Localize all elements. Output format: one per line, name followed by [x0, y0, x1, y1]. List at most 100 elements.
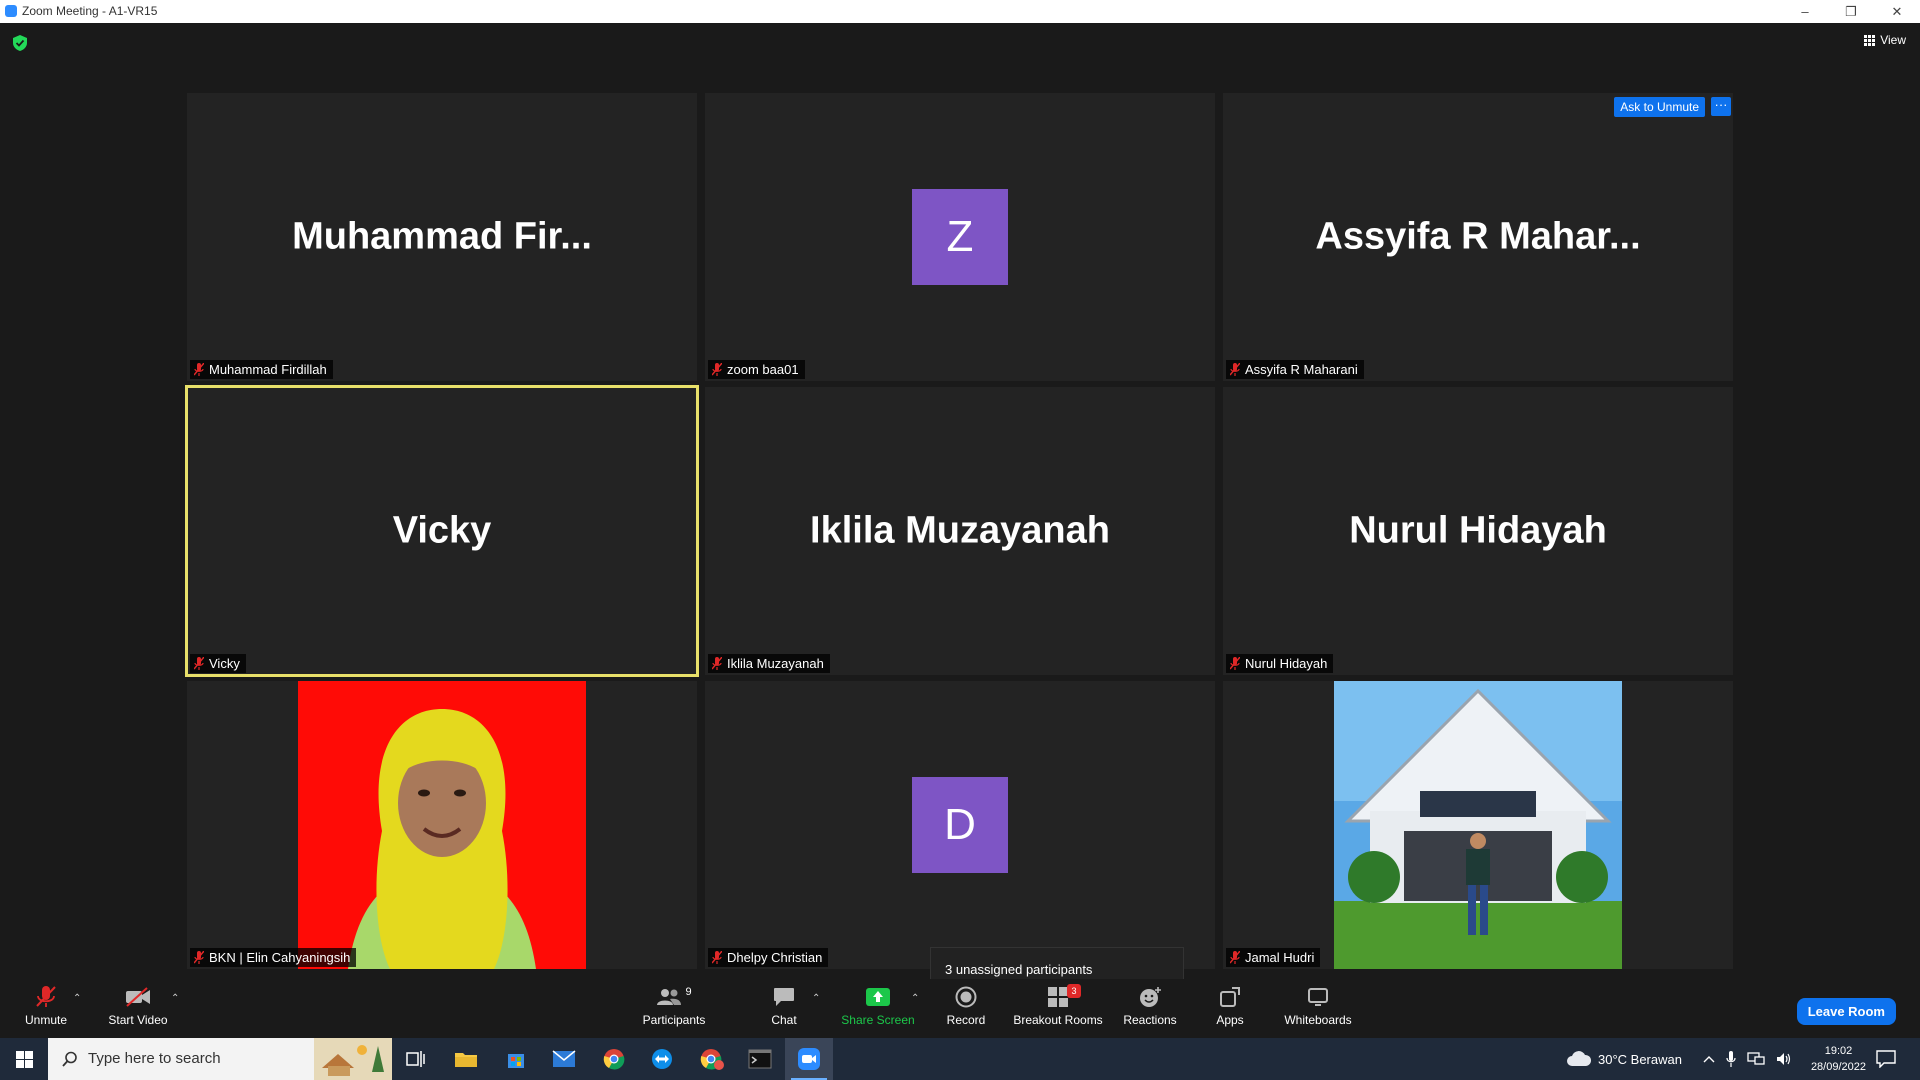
search-icon: [62, 1051, 77, 1067]
meeting-area: View Muhammad Fir... Muhammad Firdillah …: [0, 23, 1920, 993]
muted-mic-icon: [712, 363, 722, 376]
chrome-profile-button[interactable]: [688, 1038, 736, 1080]
file-explorer-button[interactable]: [442, 1038, 490, 1080]
chrome-button[interactable]: [590, 1038, 638, 1080]
microphone-icon[interactable]: [1726, 1051, 1736, 1067]
avatar: D: [912, 777, 1008, 873]
participant-name-tag: BKN | Elin Cahyaningsih: [190, 948, 357, 967]
unmute-button[interactable]: Unmute: [16, 984, 76, 1027]
muted-mic-icon: [1230, 657, 1240, 670]
ask-to-unmute-button[interactable]: Ask to Unmute: [1614, 97, 1705, 117]
share-options-caret[interactable]: ⌃: [911, 993, 919, 1004]
participant-name-tag: Assyifa R Maharani: [1226, 360, 1364, 379]
teamviewer-button[interactable]: [638, 1038, 686, 1080]
muted-mic-icon: [712, 657, 722, 670]
chevron-up-icon[interactable]: [1703, 1055, 1715, 1063]
breakout-rooms-label: Breakout Rooms: [1013, 1013, 1103, 1027]
store-button[interactable]: [492, 1038, 540, 1080]
windows-taskbar: Type here to search 30°C Berawan 19:02 2…: [0, 1038, 1920, 1080]
share-screen-icon: [866, 988, 890, 1006]
participant-name: Vicky: [209, 656, 240, 671]
network-icon[interactable]: [1747, 1052, 1765, 1066]
record-button[interactable]: Record: [940, 984, 992, 1027]
view-button[interactable]: View: [1864, 33, 1906, 47]
participant-name-tag: Dhelpy Christian: [708, 948, 829, 967]
participant-name: Jamal Hudri: [1245, 950, 1315, 965]
volume-icon[interactable]: [1776, 1052, 1792, 1066]
reactions-icon: [1140, 987, 1161, 1007]
security-shield-icon[interactable]: [13, 35, 27, 51]
chat-options-caret[interactable]: ⌃: [812, 993, 820, 1004]
terminal-button[interactable]: [736, 1038, 784, 1080]
chat-button[interactable]: Chat: [764, 984, 804, 1027]
apps-button[interactable]: Apps: [1210, 984, 1250, 1027]
taskbar-search-box[interactable]: Type here to search: [48, 1038, 392, 1080]
record-icon: [955, 986, 977, 1008]
apps-icon: [1220, 987, 1240, 1007]
breakout-rooms-icon: [1048, 987, 1068, 1007]
terminal-icon: [748, 1049, 772, 1069]
reactions-label: Reactions: [1123, 1013, 1177, 1027]
minimize-button[interactable]: –: [1782, 0, 1828, 23]
task-view-icon: [406, 1051, 425, 1067]
video-tile-active-speaker[interactable]: Vicky Vicky: [185, 385, 699, 677]
participants-button[interactable]: 9 Participants: [634, 984, 714, 1027]
participant-photo: [1334, 681, 1622, 969]
weather-text: 30°C Berawan: [1598, 1051, 1682, 1067]
breakout-rooms-button[interactable]: 3 Breakout Rooms: [1012, 984, 1104, 1027]
windows-logo-icon: [15, 1050, 33, 1068]
zoom-icon: [798, 1048, 820, 1070]
store-icon: [508, 1054, 524, 1068]
video-tile[interactable]: Assyifa R Mahar... Ask to Unmute ··· Ass…: [1223, 93, 1733, 381]
audio-options-caret[interactable]: ⌃: [73, 993, 81, 1004]
apps-label: Apps: [1216, 1013, 1244, 1027]
whiteboards-button[interactable]: Whiteboards: [1280, 984, 1356, 1027]
leave-room-button[interactable]: Leave Room: [1796, 998, 1896, 1025]
muted-mic-icon: [194, 657, 204, 670]
weather-widget[interactable]: 30°C Berawan: [1566, 1038, 1682, 1080]
participant-name: Iklila Muzayanah: [727, 656, 824, 671]
video-tile[interactable]: Muhammad Fir... Muhammad Firdillah: [187, 93, 697, 381]
participant-name-tag: Muhammad Firdillah: [190, 360, 333, 379]
muted-mic-icon: [194, 951, 204, 964]
participant-name: Nurul Hidayah: [1245, 656, 1328, 671]
chat-label: Chat: [771, 1013, 797, 1027]
start-button[interactable]: [0, 1038, 48, 1080]
tile-more-button[interactable]: ···: [1711, 97, 1731, 116]
view-label: View: [1880, 33, 1906, 47]
video-tile[interactable]: Nurul Hidayah Nurul Hidayah: [1223, 387, 1733, 675]
video-options-caret[interactable]: ⌃: [171, 993, 179, 1004]
task-view-button[interactable]: [392, 1038, 440, 1080]
video-tile[interactable]: BKN | Elin Cahyaningsih: [187, 681, 697, 969]
participant-photo: [298, 681, 586, 969]
system-tray: [1703, 1038, 1792, 1080]
restore-button[interactable]: ❐: [1828, 0, 1874, 23]
notifications-button[interactable]: [1862, 1038, 1910, 1080]
video-off-icon: [126, 987, 150, 1007]
breakout-count-badge: 3: [1067, 984, 1081, 998]
search-placeholder: Type here to search: [88, 1050, 221, 1067]
video-tile[interactable]: Z zoom baa01: [705, 93, 1215, 381]
video-tile[interactable]: Iklila Muzayanah Iklila Muzayanah: [705, 387, 1215, 675]
video-tile[interactable]: Jamal Hudri: [1223, 681, 1733, 969]
start-video-button[interactable]: Start Video: [104, 984, 172, 1027]
whiteboards-label: Whiteboards: [1284, 1013, 1352, 1027]
muted-mic-icon: [194, 363, 204, 376]
teamviewer-icon: [652, 1049, 672, 1069]
start-video-label: Start Video: [108, 1013, 168, 1027]
participant-display-name: Iklila Muzayanah: [810, 509, 1110, 552]
search-highlight-illustration: [314, 1038, 392, 1080]
clock-date: 28/09/2022: [1810, 1061, 1866, 1073]
participant-display-name: Vicky: [392, 509, 492, 552]
mail-button[interactable]: [540, 1038, 588, 1080]
notification-icon: [1876, 1050, 1896, 1068]
chrome-icon: [603, 1049, 625, 1070]
participant-name-tag: Nurul Hidayah: [1226, 654, 1334, 673]
share-screen-button[interactable]: Share Screen: [838, 984, 918, 1027]
taskbar-clock[interactable]: 19:02 28/09/2022: [1811, 1043, 1866, 1075]
reactions-button[interactable]: Reactions: [1120, 984, 1180, 1027]
muted-mic-icon: [36, 986, 56, 1007]
video-tile[interactable]: D Dhelpy Christian: [705, 681, 1215, 969]
close-button[interactable]: ✕: [1874, 0, 1920, 23]
zoom-taskbar-button[interactable]: [785, 1038, 833, 1080]
